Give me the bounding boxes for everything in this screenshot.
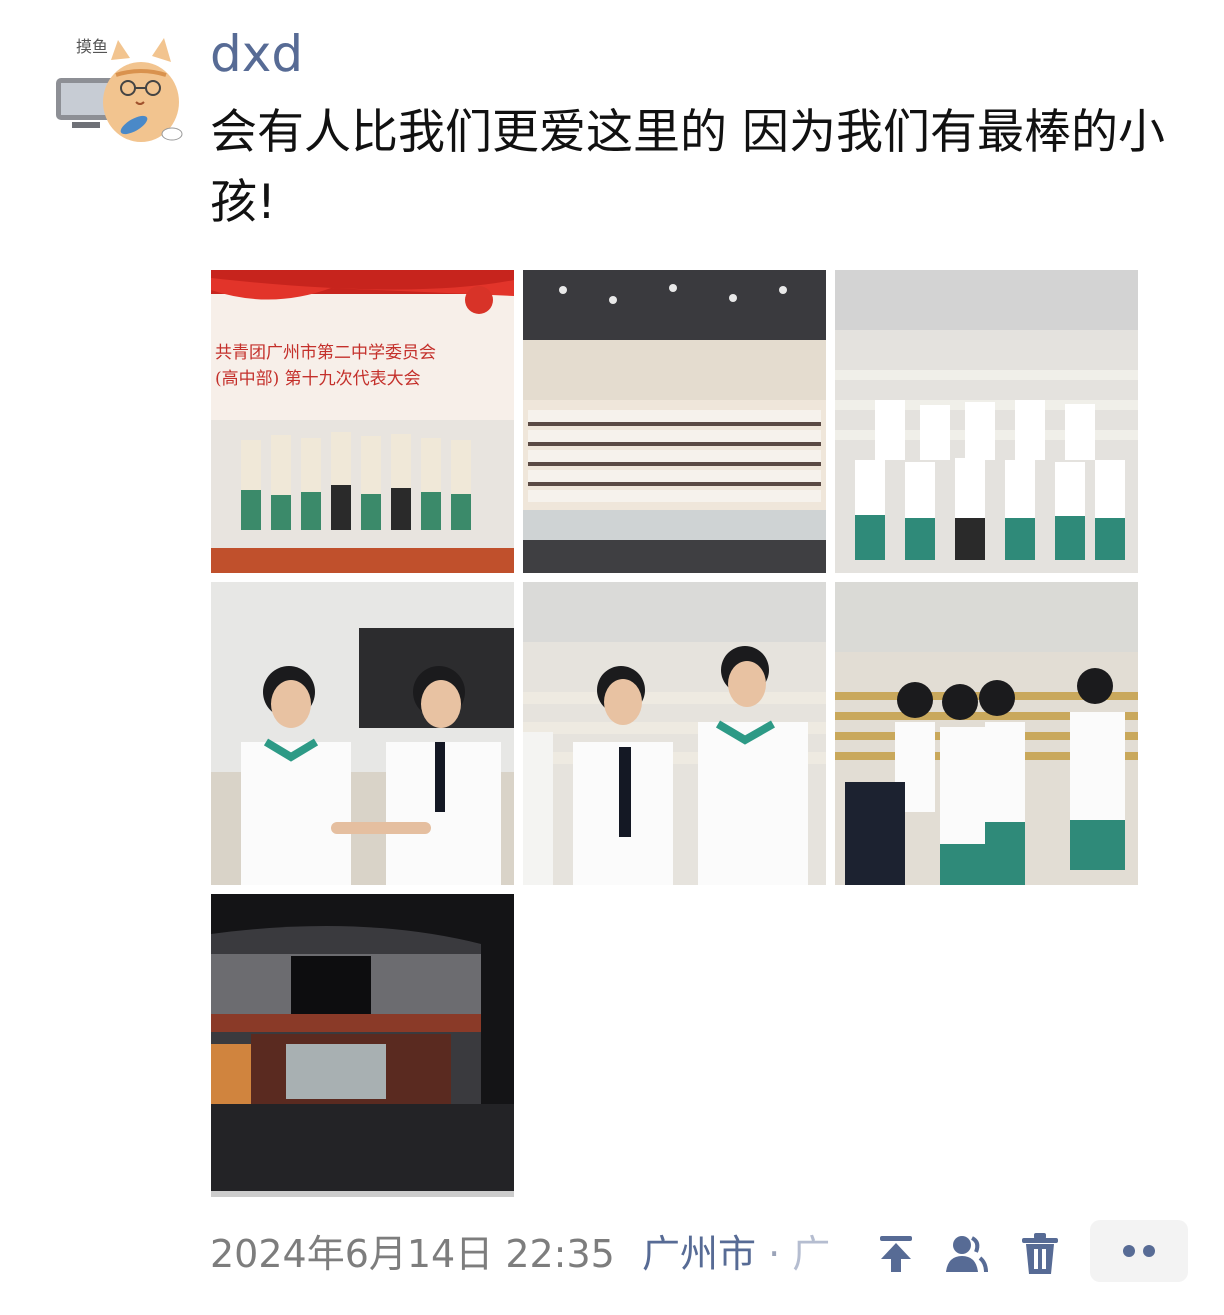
location-separator: ·	[768, 1232, 781, 1276]
more-button[interactable]	[1090, 1220, 1188, 1282]
visibility-people-icon[interactable]	[942, 1230, 990, 1278]
auditorium-group-photo	[523, 270, 826, 573]
auditorium-group-photo-small	[835, 270, 1138, 573]
five-students-photo	[835, 582, 1138, 885]
pin-top-icon[interactable]	[872, 1230, 920, 1278]
svg-text:共青团广州市第二中学委员会: 共青团广州市第二中学委员会	[215, 343, 436, 363]
more-icon	[1123, 1245, 1155, 1257]
group-photo-stage-banner: 共青团广州市第二中学委员会 (高中部) 第十九次代表大会	[211, 270, 514, 573]
photo-2[interactable]	[523, 270, 826, 573]
photo-4[interactable]	[211, 582, 514, 885]
photo-5[interactable]	[523, 582, 826, 885]
delete-icon[interactable]	[1016, 1230, 1064, 1278]
photo-1[interactable]: 共青团广州市第二中学委员会 (高中部) 第十九次代表大会	[211, 270, 514, 573]
photo-3[interactable]	[835, 270, 1138, 573]
username-link[interactable]: dxd	[210, 24, 303, 84]
photo-7[interactable]	[211, 894, 514, 1197]
location-city: 广州市	[642, 1232, 757, 1276]
photo-6[interactable]	[835, 582, 1138, 885]
post-footer: 2024年6月14日 22:35 广州市 · 广	[210, 1220, 1210, 1286]
location-link[interactable]: 广州市 · 广	[642, 1228, 830, 1280]
timestamp: 2024年6月14日 22:35	[210, 1232, 615, 1276]
building-night-photo	[211, 894, 514, 1191]
location-detail: 广	[792, 1232, 831, 1276]
two-students-photo	[211, 582, 514, 885]
post-text: 会有人比我们更爱这里的 因为我们有最棒的小孩!	[210, 105, 1165, 230]
svg-text:(高中部) 第十九次代表大会: (高中部) 第十九次代表大会	[215, 369, 421, 389]
three-students-photo	[523, 582, 826, 885]
svg-text:摸鱼: 摸鱼	[76, 37, 108, 56]
avatar[interactable]: 摸鱼	[56, 30, 186, 150]
cat-fishing-avatar-icon: 摸鱼	[56, 37, 183, 142]
